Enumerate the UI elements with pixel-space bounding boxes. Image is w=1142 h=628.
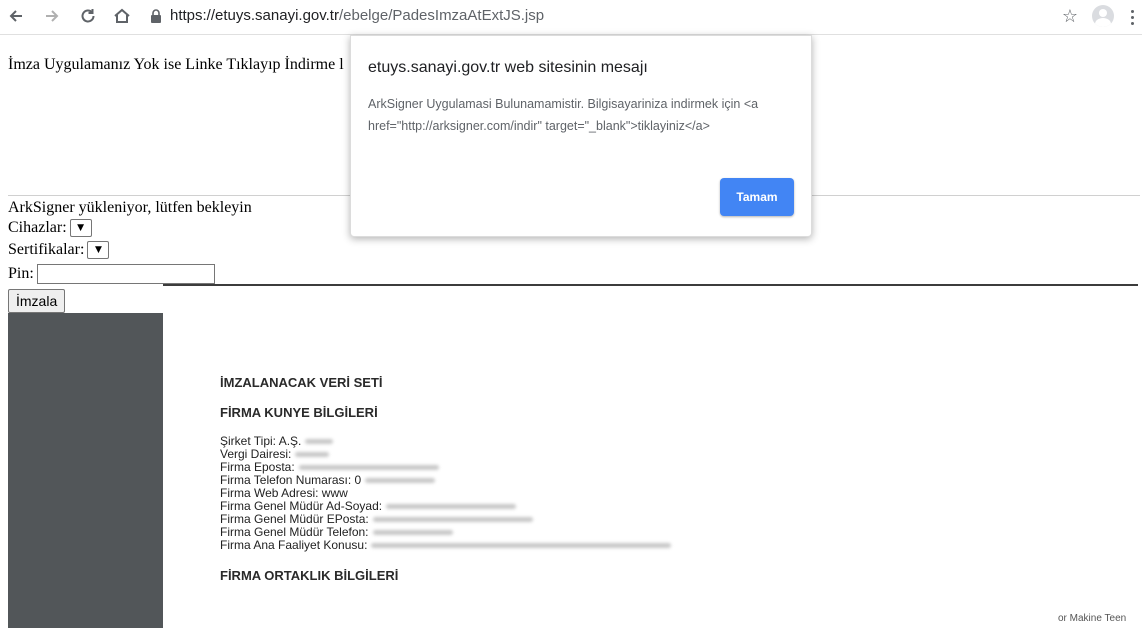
url-domain: https://etuys.sanayi.gov.tr — [170, 7, 339, 24]
alert-dialog: etuys.sanayi.gov.tr web sitesinin mesajı… — [350, 35, 812, 237]
chevron-down-icon: ▼ — [77, 223, 85, 233]
loading-text: ArkSigner yükleniyor, lütfen bekleyin — [8, 199, 252, 216]
pdf-field: Firma Telefon Numarası: 0 — [220, 473, 436, 487]
certificates-row: Sertifikalar: ▼ — [8, 241, 110, 259]
pdf-field: Şirket Tipi: A.Ş. — [220, 434, 334, 448]
pdf-heading-partners: FİRMA ORTAKLIK BİLGİLERİ — [220, 568, 399, 583]
chevron-down-icon: ▼ — [94, 245, 102, 255]
pdf-field: Firma Eposta: — [220, 460, 439, 474]
home-icon[interactable] — [110, 4, 134, 28]
devices-select[interactable]: ▼ — [69, 219, 92, 237]
kebab-menu-icon[interactable] — [1128, 6, 1136, 28]
dialog-title: etuys.sanayi.gov.tr web sitesinin mesajı — [368, 59, 648, 76]
star-icon[interactable]: ☆ — [1058, 4, 1082, 28]
pdf-field: Firma Genel Müdür EPosta: — [220, 512, 533, 526]
pdf-field: Firma Genel Müdür Ad-Soyad: — [220, 499, 517, 513]
devices-row: Cihazlar: ▼ — [8, 219, 92, 237]
devices-label: Cihazlar: — [8, 219, 67, 236]
download-hint-text: İmza Uygulamanız Yok ise Linke Tıklayıp … — [8, 56, 344, 73]
dialog-message: ArkSigner Uygulamasi Bulunamamistir. Bil… — [368, 97, 759, 133]
ok-button[interactable]: Tamam — [720, 178, 794, 216]
lock-icon[interactable] — [148, 7, 164, 25]
profile-icon[interactable] — [1092, 5, 1114, 27]
pin-label: Pin: — [8, 265, 34, 282]
reload-icon[interactable] — [76, 4, 100, 28]
pdf-corner-text: or Makine Teen — [1058, 613, 1127, 624]
pdf-field: Firma Ana Faaliyet Konusu: — [220, 538, 672, 552]
address-bar[interactable]: https://etuys.sanayi.gov.tr/ebelge/Pades… — [170, 7, 544, 24]
pdf-field: Vergi Dairesi: — [220, 447, 330, 461]
sign-button[interactable]: İmzala — [8, 289, 66, 313]
browser-toolbar: https://etuys.sanayi.gov.tr/ebelge/Pades… — [0, 0, 1142, 35]
pdf-heading-company: FİRMA KUNYE BİLGİLERİ — [220, 405, 378, 420]
certificates-select[interactable]: ▼ — [87, 241, 110, 259]
pdf-heading-dataset: İMZALANACAK VERİ SETİ — [220, 375, 383, 390]
pin-input[interactable] — [36, 264, 215, 284]
forward-arrow-icon[interactable] — [40, 4, 64, 28]
pin-row: Pin: — [8, 264, 215, 284]
url-path: /ebelge/PadesImzaAtExtJS.jsp — [338, 7, 545, 24]
certificates-label: Sertifikalar: — [8, 241, 85, 258]
pdf-field: Firma Genel Müdür Telefon: — [220, 525, 453, 539]
pdf-field: Firma Web Adresi: www — [220, 486, 348, 500]
pdf-viewer-background — [8, 313, 163, 628]
back-arrow-icon[interactable] — [4, 4, 28, 28]
